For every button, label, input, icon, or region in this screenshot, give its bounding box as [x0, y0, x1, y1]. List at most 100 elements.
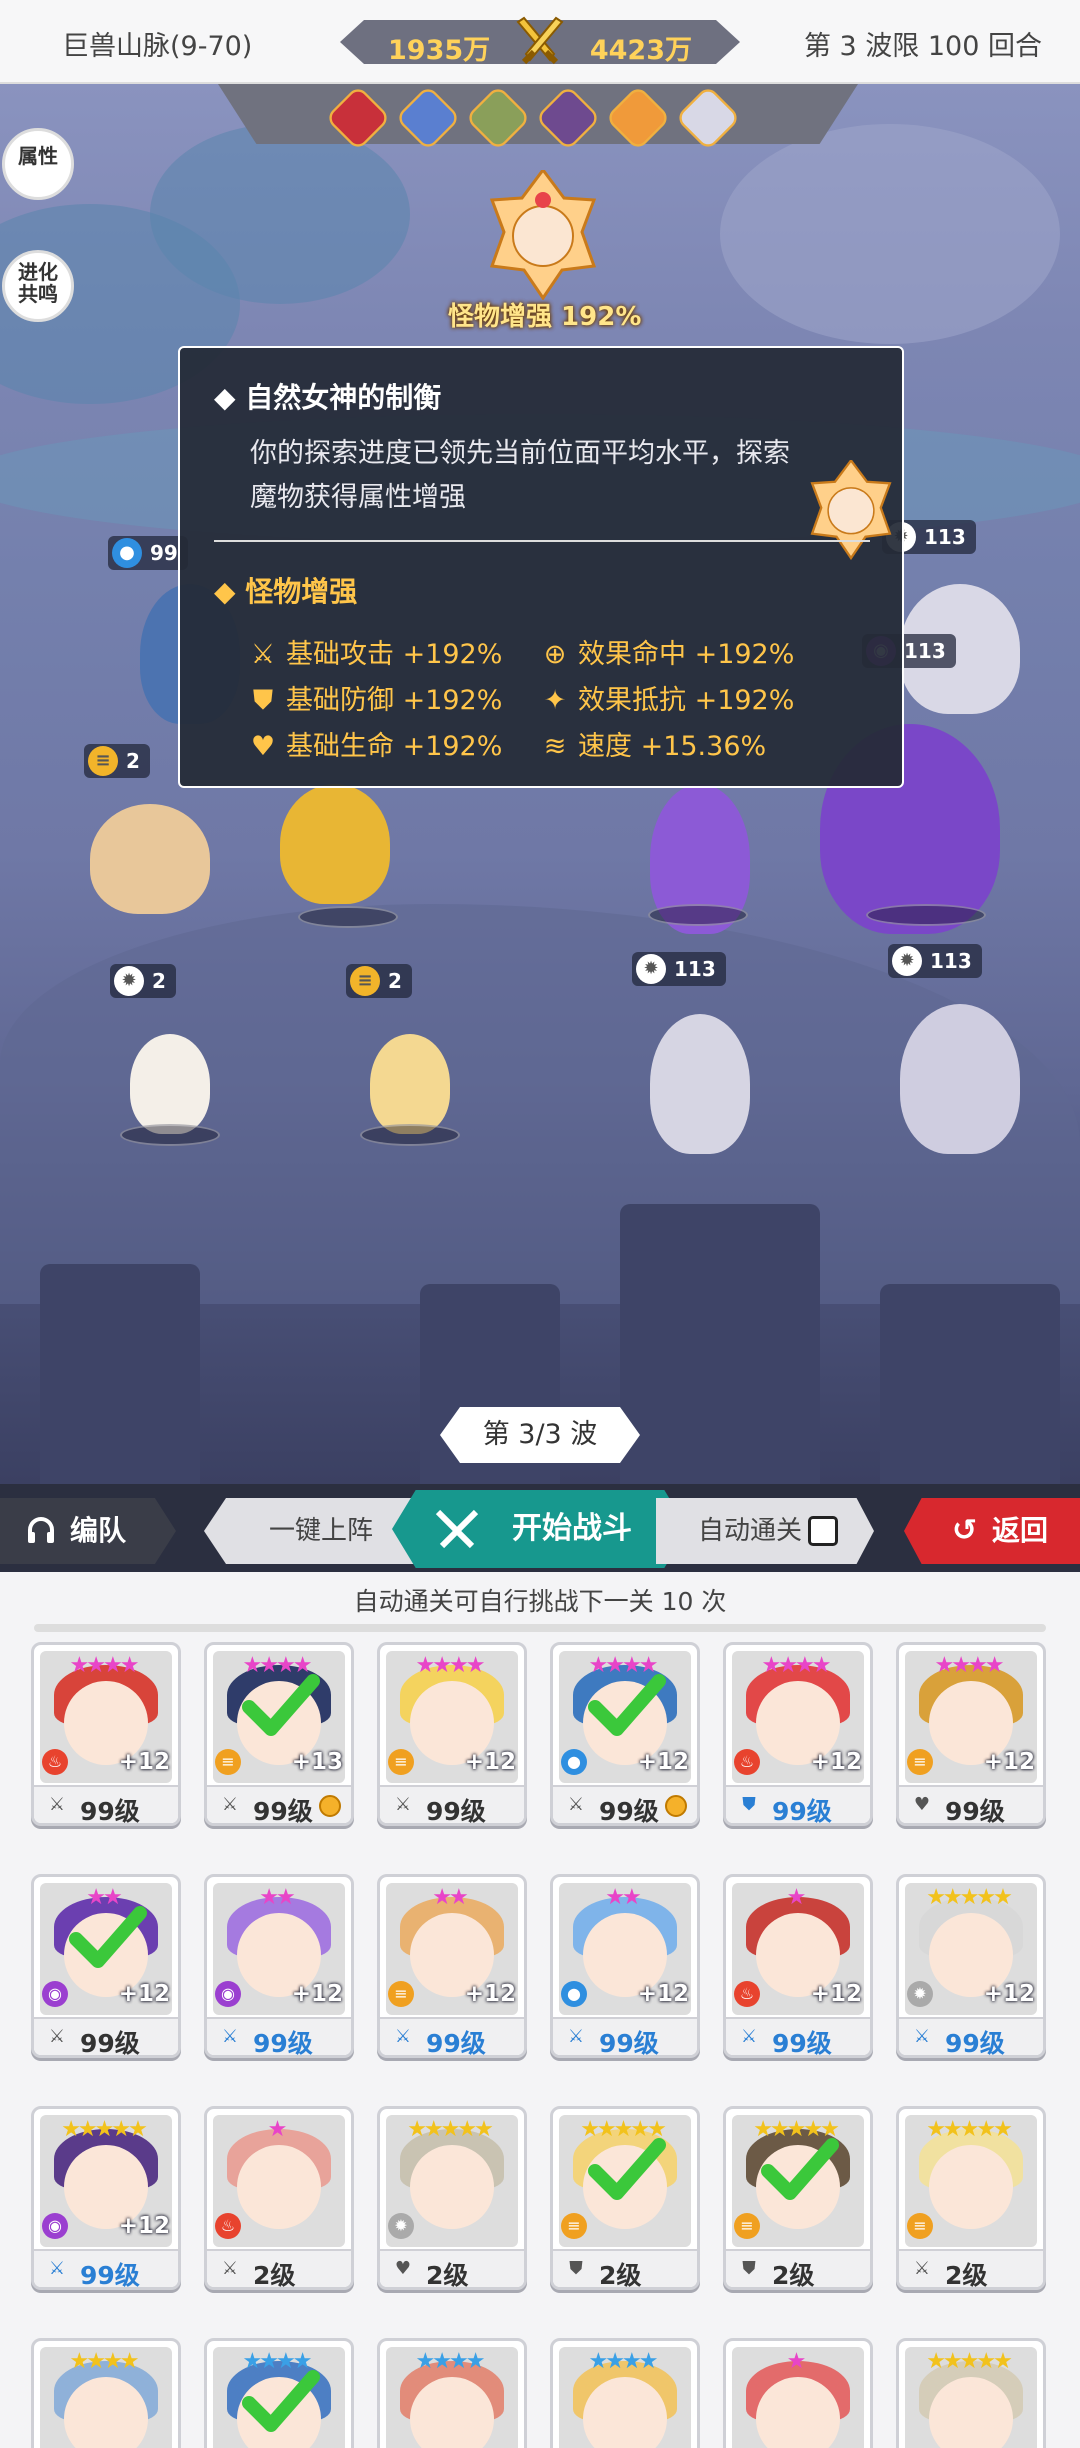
stat-speed: ≋ 速度 +15.36% [543, 731, 767, 762]
selected-check-icon [588, 1674, 666, 1736]
earth-element-icon: ≡ [734, 2213, 760, 2239]
stat-base-health: ♥ 基础生命 +192% [250, 731, 503, 762]
attributes-button[interactable]: 属性 [2, 128, 74, 200]
hero-card[interactable]: ★★★★★ ≡ ⛊ 2级 [723, 2106, 873, 2290]
level-bar: ⚔ 2级 [207, 2249, 351, 2287]
fire-element-icon: ♨ [734, 1981, 760, 2007]
light-icon: ✹ [892, 946, 922, 976]
hero-card[interactable]: ★★★★ ● +12 ⚔ 99级 [550, 1642, 700, 1826]
hero-card[interactable]: ★★★★★ ✹ ♥ 2级 [377, 2106, 527, 2290]
start-battle-button[interactable]: 开始战斗 [392, 1490, 688, 1568]
ally-unit[interactable] [280, 784, 390, 904]
ally-unit[interactable] [90, 804, 210, 914]
monster-boost-emblem[interactable] [484, 170, 602, 300]
enhance-level: +12 [810, 1981, 862, 2007]
hero-level: 2级 [772, 2261, 815, 2290]
auto-clear-checkbox[interactable] [808, 1516, 838, 1546]
selected-check-icon [242, 1674, 320, 1736]
evolution-resonance-button[interactable]: 进化 共鸣 [2, 250, 74, 322]
attack-icon: ⚔ [394, 2026, 412, 2047]
hero-card[interactable]: ★ [723, 2338, 873, 2448]
enhance-level: +12 [464, 1749, 516, 1775]
attack-icon: ⚔ [567, 1794, 585, 1815]
light-icon: ✹ [114, 966, 144, 996]
hero-card[interactable]: ★★★★★ ≡ ⛊ 2级 [550, 2106, 700, 2290]
hero-card[interactable]: ★★ ◉ +12 ⚔ 99级 [204, 1874, 354, 2058]
health-icon: ♥ [913, 1794, 931, 1815]
hero-card[interactable]: ★★★★ [377, 2338, 527, 2448]
enhance-level: +12 [118, 1749, 170, 1775]
star-rating: ★★★★★ [926, 2117, 1013, 2142]
enemy-portrait-bar [218, 84, 858, 144]
tooltip-title: ◆ 自然女神的制衡 [214, 381, 442, 414]
enhance-level: +12 [291, 1981, 343, 2007]
hero-card[interactable]: ★★★★★ ≡ ⚔ 2级 [896, 2106, 1046, 2290]
hero-card[interactable]: ★★★★ ≡ +12 ♥ 99级 [896, 1642, 1046, 1826]
hero-roster: 自动通关可自行挑战下一关 10 次 ★★★★ ♨ +12 ⚔ 99级 ★★★★ ≡ +13 ⚔ 9… [0, 1572, 1080, 2448]
hero-card[interactable]: ★★★★ [204, 2338, 354, 2448]
hero-card[interactable]: ★★ ◉ +12 ⚔ 99级 [31, 1874, 181, 2058]
attack-icon: ⚔ [221, 2026, 239, 2047]
wave-limit: 第 3 波限 100 回合 [803, 31, 1042, 62]
tooltip-description: 你的探索进度已领先当前位面平均水平，探索魔物获得属性增强 [250, 438, 790, 513]
hero-card[interactable]: ★★ ● +12 ⚔ 99级 [550, 1874, 700, 2058]
earth-element-icon: ≡ [215, 1749, 241, 1775]
level-bar: ⚔ 99级 [553, 2017, 697, 2055]
fire-element-icon: ♨ [42, 1749, 68, 1775]
level-bar: ⛊ 2级 [553, 2249, 697, 2287]
ally-unit[interactable] [370, 1034, 450, 1134]
unit-level-badge: ≡ 2 [84, 744, 150, 778]
hero-level: 2级 [426, 2261, 469, 2290]
one-click-deploy-button[interactable]: 一键上阵 [204, 1498, 424, 1564]
hero-level: 99级 [426, 1797, 486, 1826]
hero-card[interactable]: ★★★★★ ◉ +12 ⚔ 99级 [31, 2106, 181, 2290]
hero-level: 2级 [253, 2261, 296, 2290]
earth-icon: ≡ [350, 966, 380, 996]
water-element-icon: ● [561, 1749, 587, 1775]
stage-title: 巨兽山脉(9-70) [62, 31, 253, 62]
hero-card[interactable]: ★★★★★ ✹ +12 ⚔ 99级 [896, 1874, 1046, 2058]
dark-element-icon: ◉ [42, 2213, 68, 2239]
unit-level-badge: ✹ 2 [110, 964, 176, 998]
attack-icon: ⚔ [48, 2026, 66, 2047]
hero-card[interactable]: ★★★★ ♨ +12 ⚔ 99级 [31, 1642, 181, 1826]
enemy-unit[interactable] [650, 1014, 750, 1154]
hero-card[interactable]: ★★★★★ [896, 2338, 1046, 2448]
enhance-level: +12 [983, 1749, 1035, 1775]
crossed-swords-icon [516, 16, 564, 65]
hero-card[interactable]: ★★ ≡ +12 ⚔ 99级 [377, 1874, 527, 2058]
hero-card[interactable]: ★★★★ ♨ +12 ⛊ 99级 [723, 1642, 873, 1826]
hero-card[interactable]: ★ ♨ +12 ⚔ 99级 [723, 1874, 873, 2058]
top-bar: 巨兽山脉(9-70) 1935万 4423万 第 3 波限 100 回合 [0, 0, 1080, 84]
unit-level-badge: ≡ 2 [346, 964, 412, 998]
enemy-power: 4423万 [589, 35, 692, 66]
stat-base-defense: ⛊ 基础防御 +192% [250, 678, 503, 717]
hero-card[interactable]: ★★★★ [550, 2338, 700, 2448]
auto-clear-toggle[interactable]: 自动通关 [656, 1498, 874, 1564]
selected-check-icon [761, 2138, 839, 2200]
hero-card[interactable]: ★★★★ ≡ +13 ⚔ 99级 [204, 1642, 354, 1826]
fire-element-icon: ♨ [734, 1749, 760, 1775]
action-bar: 编队 一键上阵 开始战斗 自动通关 ↺ 返回 [0, 1484, 1080, 1572]
enemy-unit[interactable] [900, 1004, 1020, 1154]
hero-card[interactable]: ★ ♨ ⚔ 2级 [204, 2106, 354, 2290]
enhance-level: +12 [118, 2213, 170, 2239]
defense-icon: ⛊ [742, 2258, 756, 2279]
back-button[interactable]: ↺ 返回 [904, 1498, 1080, 1564]
auto-clear-note: 自动通关可自行挑战下一关 10 次 [353, 1587, 727, 1616]
enhance-level: +12 [637, 1749, 689, 1775]
team-button[interactable]: 编队 [0, 1498, 176, 1564]
health-icon: ♥ [394, 2258, 412, 2279]
hero-level: 2级 [599, 2261, 642, 2290]
star-rating: ★ [786, 2349, 807, 2374]
ally-unit[interactable] [130, 1034, 210, 1134]
hero-level: 99级 [599, 2029, 659, 2058]
star-rating: ★★★★ [415, 1653, 486, 1678]
earth-element-icon: ≡ [907, 2213, 933, 2239]
accuracy-icon: ⊕ [543, 639, 567, 670]
hero-card[interactable]: ★★★★ ≡ +12 ⚔ 99级 [377, 1642, 527, 1826]
hero-card[interactable]: ★★★★ [31, 2338, 181, 2448]
hero-level: 2级 [945, 2261, 988, 2290]
level-bar: ⚔ 99级 [553, 1785, 697, 1823]
star-rating: ★★★★★ [407, 2117, 494, 2142]
